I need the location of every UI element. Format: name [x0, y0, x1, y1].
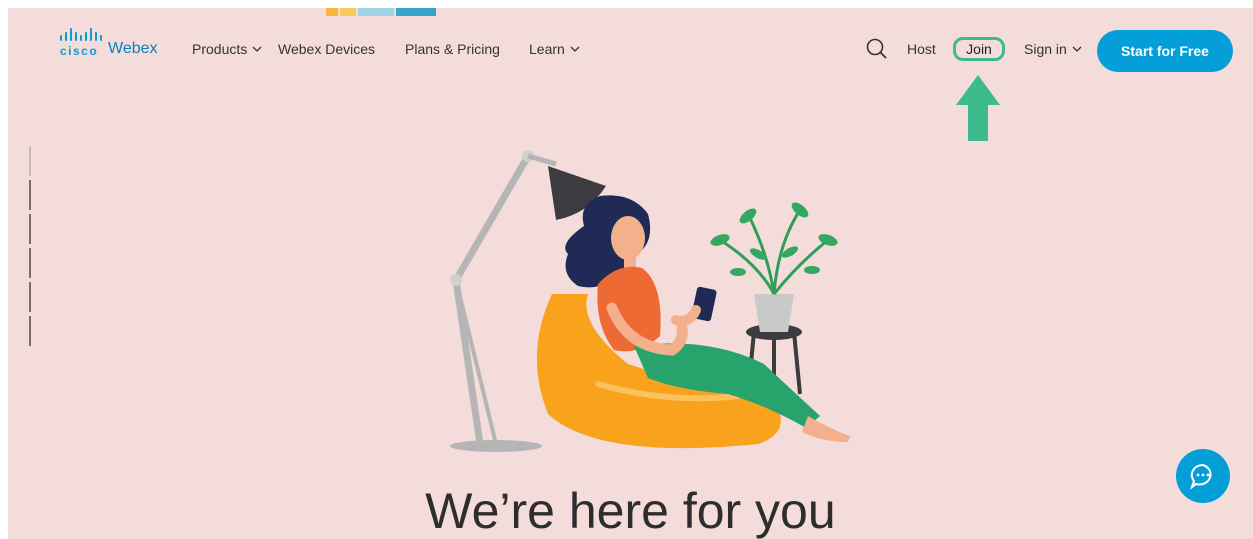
chevron-down-icon: [570, 46, 580, 52]
hero-headline: We’re here for you: [425, 483, 836, 539]
host-label: Host: [907, 41, 936, 57]
nav-webex-devices[interactable]: Webex Devices: [278, 41, 375, 57]
carousel-indicator[interactable]: [28, 146, 32, 346]
nav-learn-label: Learn: [529, 41, 565, 57]
sign-in-menu[interactable]: Sign in: [1024, 41, 1082, 57]
join-button[interactable]: Join: [953, 37, 1005, 61]
nav-webex-devices-label: Webex Devices: [278, 41, 376, 57]
cisco-wordmark: cisco: [60, 44, 99, 58]
chat-bubble-icon: [1190, 463, 1212, 490]
sign-in-label: Sign in: [1024, 41, 1067, 57]
webex-homepage: cisco Webex Products Webex Devices Plans…: [8, 8, 1253, 539]
hero-illustration: [450, 150, 850, 452]
nav-learn[interactable]: Learn: [529, 41, 580, 57]
start-for-free-button[interactable]: Start for Free: [1097, 30, 1233, 72]
webex-wordmark: Webex: [108, 40, 158, 57]
nav-products[interactable]: Products: [192, 41, 262, 57]
search-icon[interactable]: [866, 38, 888, 60]
nav-plans-pricing[interactable]: Plans & Pricing: [405, 41, 500, 57]
cisco-webex-logo[interactable]: cisco Webex: [56, 28, 166, 60]
green-up-arrow-icon: [956, 75, 1000, 141]
host-link[interactable]: Host: [907, 41, 936, 57]
chat-button[interactable]: [1176, 449, 1230, 503]
top-color-strip: [326, 8, 436, 16]
chevron-down-icon: [1072, 46, 1082, 52]
nav-products-label: Products: [192, 41, 248, 57]
nav-plans-pricing-label: Plans & Pricing: [405, 41, 500, 57]
join-label: Join: [966, 41, 992, 57]
chevron-down-icon: [252, 46, 262, 52]
cisco-bars-icon: [60, 28, 102, 41]
